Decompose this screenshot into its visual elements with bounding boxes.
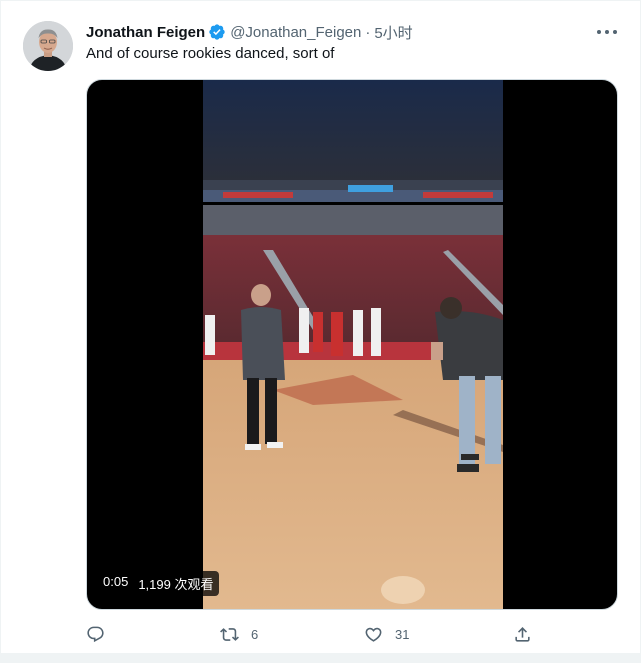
share-button[interactable]	[513, 622, 532, 646]
header-separator: ·	[365, 23, 371, 41]
like-button[interactable]: 31	[364, 622, 409, 646]
like-icon	[365, 627, 382, 642]
author-name[interactable]: Jonathan Feigen	[86, 24, 205, 41]
tweet-text: And of course rookies danced, sort of	[86, 45, 335, 62]
tweet-header: Jonathan Feigen @Jonathan_Feigen · 5小时	[86, 22, 413, 42]
retweet-button[interactable]: 6	[220, 622, 258, 646]
video-elapsed-time: 0:05	[103, 574, 129, 589]
video-info-overlay: 0:05 1,199 次观看	[97, 571, 220, 596]
video-view-count: 1,199 次观看	[138, 577, 214, 592]
reply-icon	[87, 626, 104, 642]
card-left-border	[0, 0, 1, 663]
reply-button[interactable]	[86, 622, 105, 646]
retweet-icon	[220, 627, 239, 641]
author-handle[interactable]: @Jonathan_Feigen	[230, 24, 361, 41]
retweet-count: 6	[251, 626, 259, 642]
tweet-actions: 6 31	[86, 622, 546, 646]
video-player[interactable]: 0:05 1,199 次观看	[86, 79, 618, 610]
tweet-timestamp[interactable]: 5小时	[374, 22, 412, 43]
like-count: 31	[395, 626, 410, 642]
card-top-border	[0, 0, 641, 1]
card-bottom-band	[0, 653, 641, 663]
verified-badge-icon	[209, 24, 225, 40]
more-options-icon[interactable]	[597, 26, 617, 38]
video-frame	[203, 80, 503, 609]
share-icon	[515, 626, 530, 642]
author-avatar[interactable]	[23, 21, 73, 71]
